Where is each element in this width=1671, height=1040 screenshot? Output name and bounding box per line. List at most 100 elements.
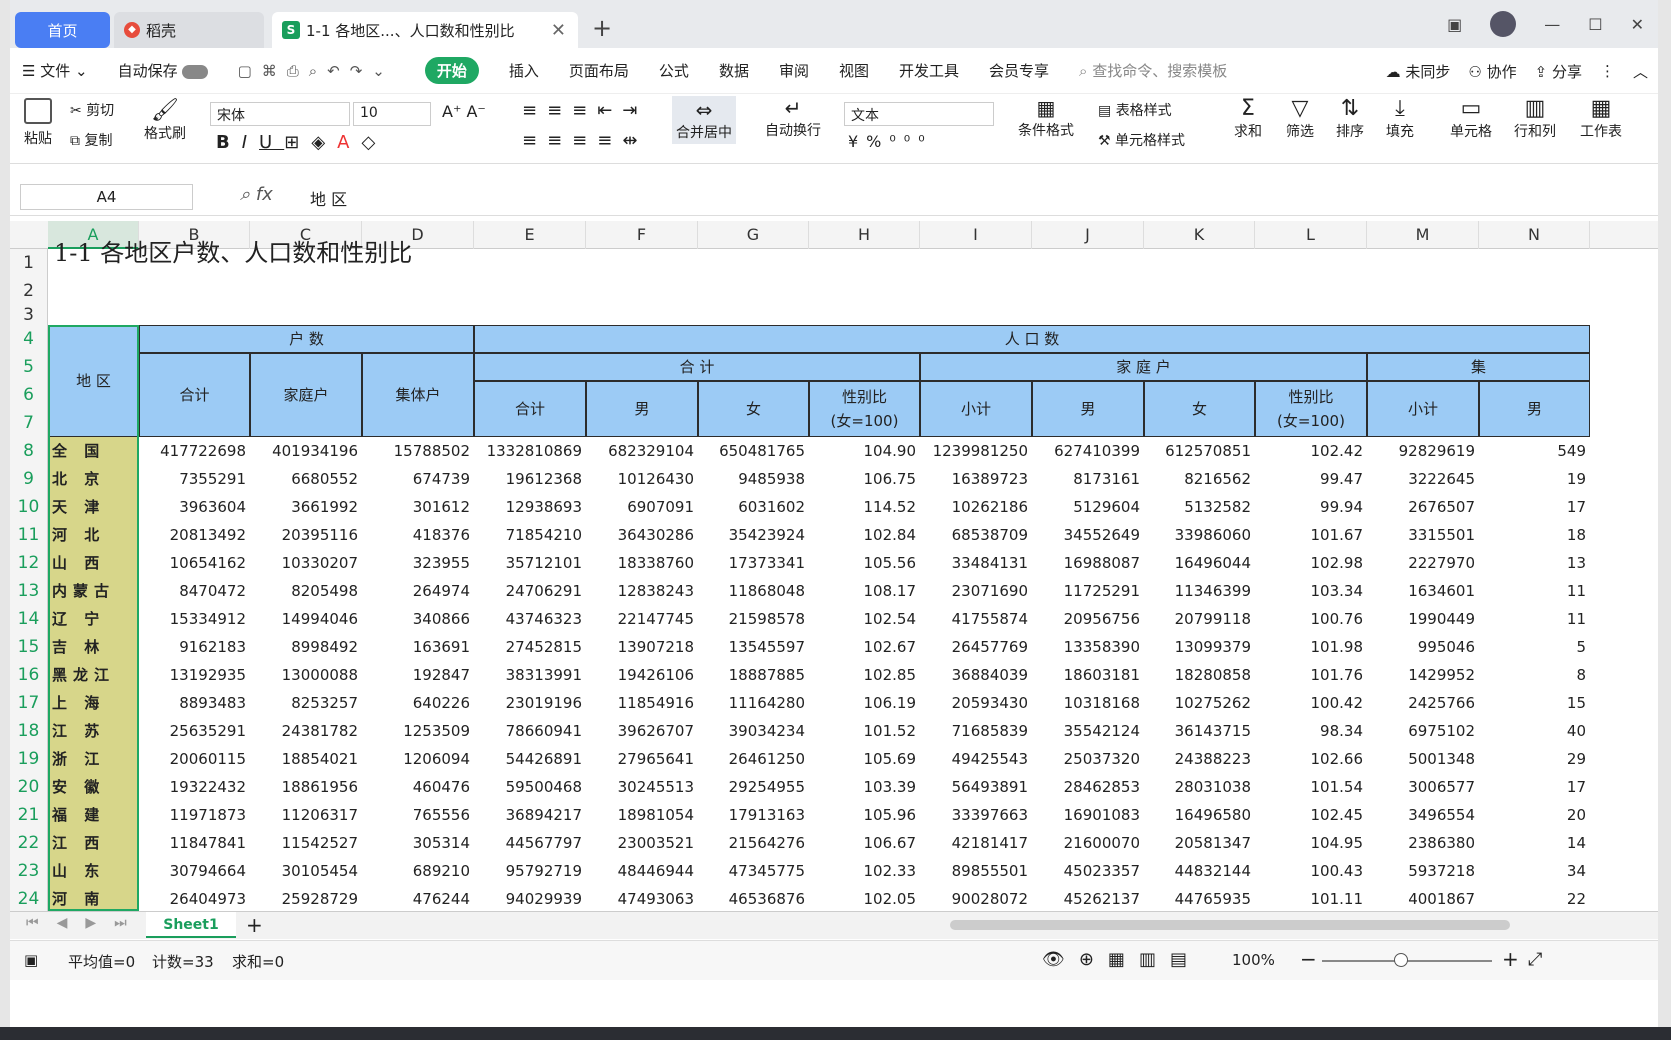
- new-tab-icon[interactable]: +: [592, 14, 612, 42]
- font-size-select[interactable]: 10: [353, 102, 431, 126]
- sum-button[interactable]: Σ 求和: [1234, 96, 1262, 141]
- collapse-ribbon-icon[interactable]: ︿: [1633, 61, 1648, 82]
- header-collective-group[interactable]: 集: [1367, 353, 1590, 381]
- data-cell[interactable]: 6680552: [250, 465, 362, 493]
- column-header-H[interactable]: H: [809, 221, 920, 249]
- data-cell[interactable]: 5001348: [1367, 745, 1479, 773]
- data-cell[interactable]: 29254955: [698, 773, 809, 801]
- data-cell[interactable]: 36143715: [1144, 717, 1255, 745]
- data-cell[interactable]: 44832144: [1144, 857, 1255, 885]
- minimize-icon[interactable]: —: [1544, 15, 1560, 34]
- data-cell[interactable]: 11164280: [698, 689, 809, 717]
- tab-developer[interactable]: 开发工具: [899, 60, 959, 81]
- region-cell[interactable]: 全 国: [48, 437, 139, 465]
- header-male[interactable]: 男: [586, 381, 698, 437]
- data-cell[interactable]: 12938693: [474, 493, 586, 521]
- tab-spreadsheet[interactable]: S 1-1 各地区...、人口数和性别比 ✕: [272, 12, 578, 48]
- data-cell[interactable]: 3496554: [1367, 801, 1479, 829]
- data-cell[interactable]: 640226: [362, 689, 474, 717]
- data-cell[interactable]: 78660941: [474, 717, 586, 745]
- data-cell[interactable]: 100.76: [1255, 605, 1367, 633]
- data-cell[interactable]: 103.34: [1255, 577, 1367, 605]
- row-header[interactable]: 23: [10, 857, 48, 885]
- data-cell[interactable]: 102.33: [809, 857, 920, 885]
- tab-home[interactable]: 首页: [15, 12, 110, 48]
- header-f-female[interactable]: 女: [1144, 381, 1255, 437]
- data-cell[interactable]: 323955: [362, 549, 474, 577]
- data-cell[interactable]: 35542124: [1032, 717, 1144, 745]
- region-cell[interactable]: 上 海: [48, 689, 139, 717]
- data-cell[interactable]: 102.66: [1255, 745, 1367, 773]
- data-cell[interactable]: 102.45: [1255, 801, 1367, 829]
- data-cell[interactable]: 3963604: [139, 493, 250, 521]
- data-cell[interactable]: 674739: [362, 465, 474, 493]
- row-header[interactable]: 17: [10, 689, 48, 717]
- data-cell[interactable]: 16496580: [1144, 801, 1255, 829]
- data-cell[interactable]: 10330207: [250, 549, 362, 577]
- sync-button[interactable]: ☁ 未同步: [1386, 61, 1451, 82]
- data-cell[interactable]: 4001867: [1367, 885, 1479, 911]
- data-cell[interactable]: 16496044: [1144, 549, 1255, 577]
- data-cell[interactable]: 48446944: [586, 857, 698, 885]
- font-family-select[interactable]: 宋体: [210, 102, 350, 126]
- data-cell[interactable]: 26461250: [698, 745, 809, 773]
- data-cell[interactable]: 40: [1479, 717, 1590, 745]
- data-cell[interactable]: 15788502: [362, 437, 474, 465]
- data-cell[interactable]: 102.42: [1255, 437, 1367, 465]
- header-f-male[interactable]: 男: [1032, 381, 1144, 437]
- data-cell[interactable]: 24388223: [1144, 745, 1255, 773]
- data-cell[interactable]: 41755874: [920, 605, 1032, 633]
- data-cell[interactable]: 15: [1479, 689, 1590, 717]
- row-header[interactable]: 16: [10, 661, 48, 689]
- data-cell[interactable]: 105.56: [809, 549, 920, 577]
- data-cell[interactable]: 401934196: [250, 437, 362, 465]
- data-cell[interactable]: 92829619: [1367, 437, 1479, 465]
- data-cell[interactable]: 301612: [362, 493, 474, 521]
- tab-data[interactable]: 数据: [719, 60, 749, 81]
- data-cell[interactable]: 26457769: [920, 633, 1032, 661]
- data-cell[interactable]: 11: [1479, 577, 1590, 605]
- data-cell[interactable]: 28462853: [1032, 773, 1144, 801]
- data-cell[interactable]: 44567797: [474, 829, 586, 857]
- data-cell[interactable]: 22: [1479, 885, 1590, 911]
- formula-input[interactable]: 地 区: [310, 186, 347, 210]
- align2-icons[interactable]: ≡≡≡≡⇹: [522, 130, 647, 151]
- data-cell[interactable]: 10126430: [586, 465, 698, 493]
- data-cell[interactable]: 49425543: [920, 745, 1032, 773]
- data-cell[interactable]: 21598578: [698, 605, 809, 633]
- data-cell[interactable]: 16988087: [1032, 549, 1144, 577]
- data-cell[interactable]: 68538709: [920, 521, 1032, 549]
- data-cell[interactable]: 35423924: [698, 521, 809, 549]
- data-cell[interactable]: 10275262: [1144, 689, 1255, 717]
- column-header-G[interactable]: G: [698, 221, 809, 249]
- row-header[interactable]: 13: [10, 577, 48, 605]
- spreadsheet-grid[interactable]: ABCDEFGHIJKLMN 1 2 3 4 5 6 7 8 9 10 11 12 13 14 15 16 17…: [10, 221, 1658, 911]
- data-cell[interactable]: 100.43: [1255, 857, 1367, 885]
- number-format-select[interactable]: 文本: [844, 102, 994, 126]
- data-cell[interactable]: 417722698: [139, 437, 250, 465]
- number-format-icons[interactable]: ¥%⁰⁰⁰: [848, 132, 933, 151]
- data-cell[interactable]: 9485938: [698, 465, 809, 493]
- data-cell[interactable]: 3006577: [1367, 773, 1479, 801]
- data-cell[interactable]: 101.67: [1255, 521, 1367, 549]
- column-header-J[interactable]: J: [1032, 221, 1144, 249]
- data-cell[interactable]: 15334912: [139, 605, 250, 633]
- column-header-F[interactable]: F: [586, 221, 698, 249]
- data-cell[interactable]: 105.96: [809, 801, 920, 829]
- data-cell[interactable]: 20813492: [139, 521, 250, 549]
- column-header-N[interactable]: N: [1479, 221, 1590, 249]
- data-cell[interactable]: 11: [1479, 605, 1590, 633]
- data-cell[interactable]: 476244: [362, 885, 474, 911]
- data-cell[interactable]: 94029939: [474, 885, 586, 911]
- header-female[interactable]: 女: [698, 381, 809, 437]
- row-header[interactable]: 1: [10, 249, 48, 277]
- fx-icon[interactable]: ⌕ fx: [240, 184, 273, 205]
- row-header[interactable]: 14: [10, 605, 48, 633]
- data-cell[interactable]: 6907091: [586, 493, 698, 521]
- data-cell[interactable]: 11542527: [250, 829, 362, 857]
- data-cell[interactable]: 100.42: [1255, 689, 1367, 717]
- data-cell[interactable]: 612570851: [1144, 437, 1255, 465]
- data-cell[interactable]: 18338760: [586, 549, 698, 577]
- data-cell[interactable]: 106.19: [809, 689, 920, 717]
- region-cell[interactable]: 山 西: [48, 549, 139, 577]
